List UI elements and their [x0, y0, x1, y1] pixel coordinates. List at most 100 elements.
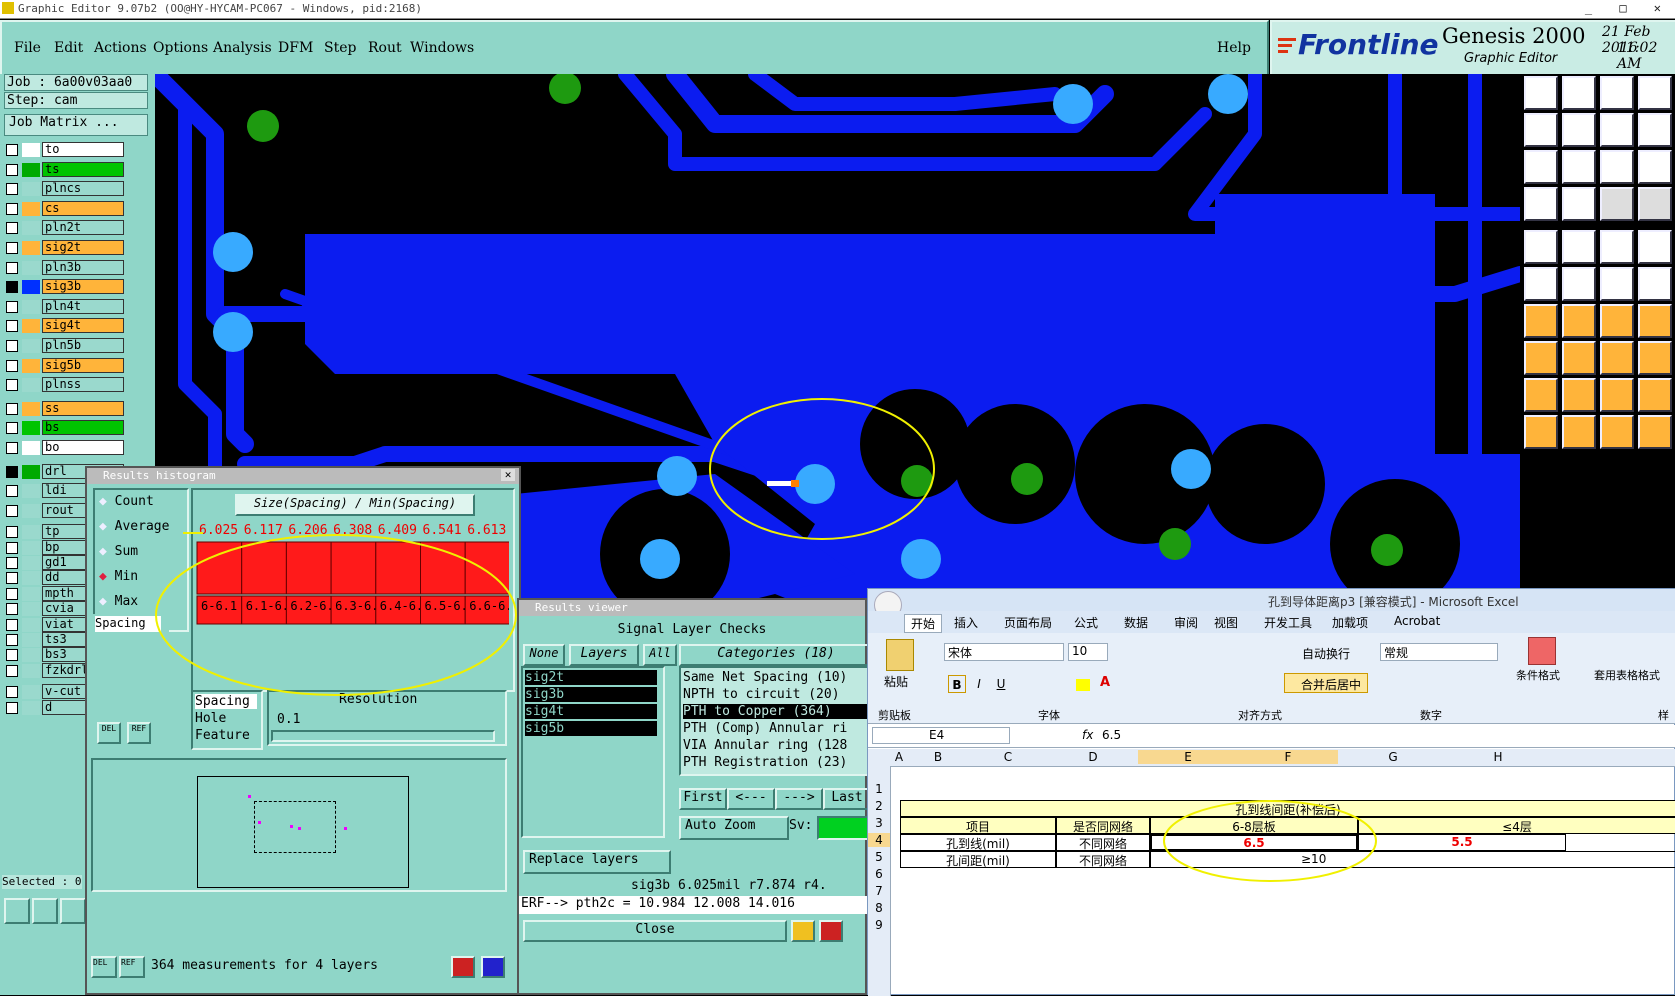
stop-icon[interactable] — [819, 920, 843, 942]
header-4-layer-cell[interactable]: ≤4层 — [1358, 817, 1675, 834]
ref-button[interactable]: REF — [127, 722, 151, 744]
category-item[interactable]: NPTH to circuit (20) — [683, 687, 867, 702]
fill-icon[interactable] — [1524, 341, 1558, 375]
layer-checkbox[interactable] — [6, 359, 18, 372]
del-button[interactable]: DEL — [97, 722, 121, 744]
column-header-F[interactable]: F — [1238, 750, 1338, 764]
pen-icon[interactable] — [1562, 304, 1596, 338]
open-job-icon[interactable] — [1524, 76, 1558, 110]
layer-row-ss[interactable]: ss — [6, 400, 126, 418]
column-header-D[interactable]: D — [1048, 750, 1138, 764]
layer-checkbox[interactable] — [6, 379, 18, 392]
row4-net-cell[interactable]: 不同网络 — [1056, 834, 1150, 851]
draw-icon[interactable] — [1524, 304, 1558, 338]
rotate-icon[interactable] — [1638, 415, 1672, 449]
row4-4-value-cell[interactable]: 5.5 — [1358, 834, 1566, 851]
type-option-hole[interactable]: Hole — [195, 711, 257, 726]
layer-name[interactable]: ss — [42, 400, 124, 416]
none-button[interactable]: None — [523, 644, 565, 666]
conditional-format-icon[interactable] — [1528, 637, 1556, 665]
layer-row-sig2t[interactable]: sig2t — [6, 240, 126, 257]
row-header-6[interactable]: 6 — [868, 867, 890, 881]
ribbon-tab-6[interactable]: 视图 — [1214, 614, 1238, 631]
resolution-slider[interactable] — [271, 730, 495, 742]
viewer-layer-sig3b[interactable]: sig3b — [525, 687, 657, 702]
menu-windows[interactable]: Windows — [410, 40, 474, 56]
row-header-8[interactable]: 8 — [868, 901, 890, 915]
layer-row-bs[interactable]: bs — [6, 420, 126, 437]
layer-checkbox[interactable] — [6, 686, 18, 699]
layer-name[interactable]: bo — [42, 440, 124, 455]
row-header-4[interactable]: 4 — [868, 833, 890, 847]
header-item-cell[interactable]: 项目 — [900, 817, 1056, 834]
font-name-select[interactable]: 宋体 — [944, 643, 1064, 661]
category-item[interactable]: PTH to Copper (364) — [683, 704, 867, 719]
nav-button-3[interactable]: Last — [823, 788, 871, 810]
copy-icon[interactable] — [1638, 341, 1672, 375]
triangle-outline-icon[interactable] — [1638, 378, 1672, 412]
column-header-H[interactable]: H — [1448, 750, 1548, 764]
nav-button-0[interactable]: First — [679, 788, 727, 810]
layer-name[interactable]: pln4t — [42, 298, 124, 314]
footer-ref-button[interactable]: REF — [119, 956, 145, 978]
layer-name[interactable]: plncs — [42, 181, 124, 197]
layer-checkbox[interactable] — [6, 163, 18, 176]
column-header-G[interactable]: G — [1338, 750, 1448, 764]
move-icon[interactable] — [1600, 415, 1634, 449]
layer-row-sig4t[interactable]: sig4t — [6, 318, 126, 335]
column-header-A[interactable]: A — [890, 750, 908, 764]
select-alt-icon[interactable] — [1562, 415, 1596, 449]
layer-row-plnss[interactable]: plnss — [6, 377, 126, 394]
ribbon-tab-4[interactable]: 数据 — [1124, 614, 1148, 631]
conditional-format-label[interactable]: 条件格式 — [1516, 667, 1560, 683]
ribbon-tab-5[interactable]: 审阅 — [1174, 614, 1198, 631]
histogram-close-icon[interactable]: ✕ — [501, 469, 515, 481]
menu-options[interactable]: Options — [153, 40, 208, 56]
layer-checkbox[interactable] — [6, 300, 18, 313]
layer-checkbox[interactable] — [6, 465, 18, 478]
layer-checkbox[interactable] — [6, 526, 18, 539]
layer-name[interactable]: sig2t — [42, 240, 124, 255]
layer-name[interactable]: sig5b — [42, 357, 124, 373]
wrap-text-button[interactable]: 自动换行 — [1302, 645, 1350, 662]
column-header-B[interactable]: B — [908, 750, 968, 764]
layer-name[interactable]: pln3b — [42, 259, 124, 275]
ribbon-tab-2[interactable]: 页面布局 — [1004, 614, 1052, 631]
grid-icon[interactable] — [1562, 187, 1596, 221]
triangle-alt-icon[interactable] — [1562, 378, 1596, 412]
zoom-tool-icon[interactable] — [4, 898, 30, 924]
layer-row-ts[interactable]: ts — [6, 161, 126, 179]
name-box[interactable]: E4 — [872, 727, 1010, 744]
layer-checkbox[interactable] — [6, 202, 18, 215]
layer-checkbox[interactable] — [6, 587, 18, 600]
menu-dfm[interactable]: DFM — [278, 40, 313, 56]
text-icon[interactable] — [1600, 378, 1634, 412]
nav-button-1[interactable]: <--- — [727, 788, 775, 810]
layer-checkbox[interactable] — [6, 572, 18, 585]
row5-net-cell[interactable]: 不同网络 — [1056, 851, 1150, 868]
split-icon[interactable] — [1638, 304, 1672, 338]
ribbon-tab-1[interactable]: 插入 — [954, 614, 978, 631]
undo-icon[interactable] — [1562, 113, 1596, 147]
layer-checkbox[interactable] — [6, 422, 18, 435]
layer-checkbox[interactable] — [6, 504, 18, 517]
save-icon[interactable] — [1562, 76, 1596, 110]
layers-button[interactable]: Layers — [569, 644, 639, 666]
scale-icon[interactable] — [1600, 150, 1634, 184]
layer-checkbox[interactable] — [6, 281, 18, 294]
category-item[interactable]: PTH Registration (23) — [683, 755, 867, 770]
layer-row-sig3b[interactable]: sig3b — [6, 279, 126, 296]
print-icon[interactable] — [481, 956, 505, 978]
row5-item-cell[interactable]: 孔间距(mil) — [900, 851, 1056, 868]
viewer-layer-sig2t[interactable]: sig2t — [525, 670, 657, 685]
row-header-9[interactable]: 9 — [868, 918, 890, 932]
severity-indicator[interactable] — [817, 816, 869, 840]
layer-checkbox[interactable] — [6, 664, 18, 677]
edit-tool-icon[interactable] — [1524, 187, 1558, 221]
ribbon-tab-8[interactable]: 加载项 — [1332, 614, 1368, 631]
close-button[interactable]: Close — [523, 920, 787, 942]
layer-checkbox[interactable] — [6, 222, 18, 235]
column-header-C[interactable]: C — [968, 750, 1048, 764]
arc-icon[interactable] — [1600, 304, 1634, 338]
layer-checkbox[interactable] — [6, 649, 18, 662]
